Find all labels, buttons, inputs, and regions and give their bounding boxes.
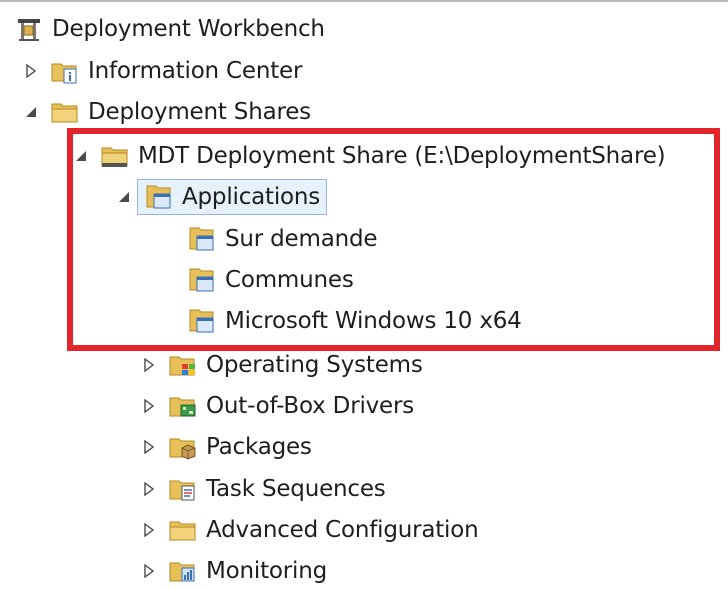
- expand-arrow-icon[interactable]: [140, 356, 158, 374]
- drivers-icon: [168, 391, 198, 421]
- tree-item-label: Operating Systems: [206, 352, 423, 378]
- deployment-workbench-icon: [14, 14, 44, 44]
- tree-item-label: Packages: [206, 434, 312, 460]
- red-annotation-frame: [67, 128, 720, 351]
- tree-item-monitoring[interactable]: Monitoring: [140, 552, 327, 590]
- expand-arrow-icon[interactable]: [140, 438, 158, 456]
- tree-item-label: Task Sequences: [206, 476, 386, 502]
- tree-item-deployment-shares[interactable]: Deployment Shares: [22, 93, 311, 131]
- tree-item-packages[interactable]: Packages: [140, 428, 312, 466]
- tree-item-label: Monitoring: [206, 558, 327, 584]
- tree-item-task-sequences[interactable]: Task Sequences: [140, 470, 386, 508]
- operating-systems-icon: [168, 350, 198, 380]
- collapse-arrow-icon[interactable]: [22, 103, 40, 121]
- tree-item-advanced-configuration[interactable]: Advanced Configuration: [140, 511, 479, 549]
- expand-arrow-icon[interactable]: [140, 397, 158, 415]
- tree-item-out-of-box-drivers[interactable]: Out-of-Box Drivers: [140, 387, 414, 425]
- folder-icon: [50, 97, 80, 127]
- expand-arrow-icon[interactable]: [140, 562, 158, 580]
- tree-item-label: Advanced Configuration: [206, 517, 479, 543]
- task-sequences-icon: [168, 474, 198, 504]
- tree-item-label: Deployment Shares: [88, 99, 311, 125]
- expand-arrow-icon[interactable]: [22, 62, 40, 80]
- tree-root-deployment-workbench[interactable]: Deployment Workbench: [14, 10, 325, 48]
- information-center-icon: [50, 56, 80, 86]
- expand-arrow-icon[interactable]: [140, 521, 158, 539]
- packages-icon: [168, 432, 198, 462]
- monitoring-icon: [168, 556, 198, 586]
- folder-icon: [168, 515, 198, 545]
- tree-root-label: Deployment Workbench: [52, 16, 325, 42]
- expand-arrow-icon[interactable]: [140, 480, 158, 498]
- window-top-border: [0, 0, 728, 2]
- tree-item-information-center[interactable]: Information Center: [22, 52, 302, 90]
- tree-item-label: Out-of-Box Drivers: [206, 393, 415, 419]
- tree-item-operating-systems[interactable]: Operating Systems: [140, 346, 423, 384]
- tree-item-label: Information Center: [88, 58, 303, 84]
